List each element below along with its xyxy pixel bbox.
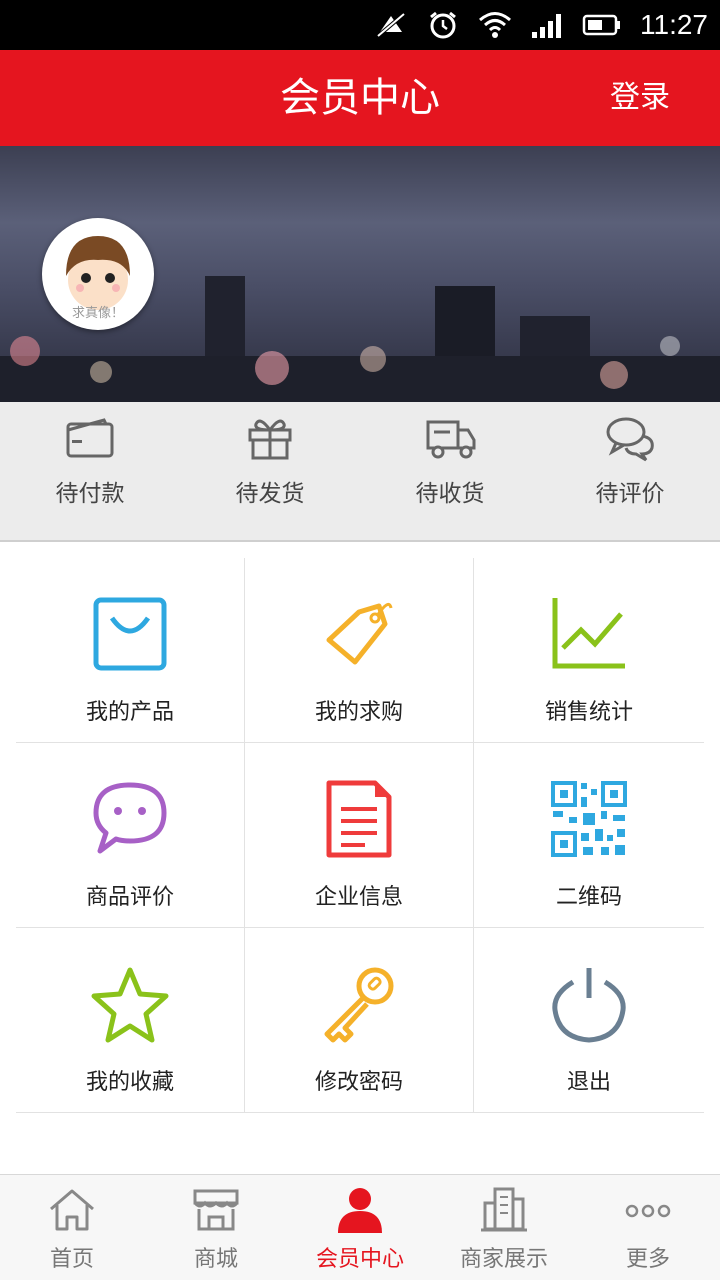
wifi-icon <box>479 12 511 38</box>
power-icon <box>552 968 626 1043</box>
store-icon <box>193 1189 239 1231</box>
menu-label: 修改密码 <box>314 1070 403 1095</box>
menu-my-products[interactable]: 我的产品 <box>16 558 245 742</box>
tab-more[interactable]: 更多 <box>576 1175 720 1280</box>
user-icon <box>338 1188 382 1233</box>
order-label: 待发货 <box>235 481 305 507</box>
price-tag-icon <box>326 602 393 665</box>
notification-off-icon <box>376 12 406 38</box>
status-bar: 11:27 <box>0 0 720 50</box>
tab-label: 会员中心 <box>315 1247 404 1272</box>
menu-sales-statistics[interactable]: 销售统计 <box>474 558 704 742</box>
menu-qr-code[interactable]: 二维码 <box>474 743 704 927</box>
menu-label: 企业信息 <box>314 885 403 910</box>
tab-member-center[interactable]: 会员中心 <box>288 1175 432 1280</box>
menu-label: 商品评价 <box>85 885 174 910</box>
tab-label: 商城 <box>193 1247 238 1272</box>
order-pending-payment[interactable]: 待付款 <box>0 402 180 540</box>
menu-company-info[interactable]: 企业信息 <box>245 743 474 927</box>
clock: 11:27 <box>640 9 708 40</box>
order-label: 待收货 <box>415 481 485 507</box>
order-pending-receipt[interactable]: 待收货 <box>360 402 540 540</box>
bottom-tab-bar: 首页 商城 会员中心 商家展示 更多 <box>0 1174 720 1280</box>
speech-bubble-icon <box>93 782 167 854</box>
menu-label: 我的求购 <box>314 700 403 725</box>
order-status-bar: 待付款 待发货 待收货 待评价 <box>0 402 720 542</box>
key-icon <box>324 967 394 1043</box>
home-icon <box>50 1189 94 1231</box>
qr-code-icon <box>551 781 627 857</box>
wallet-icon <box>66 418 114 458</box>
tab-label: 商家展示 <box>459 1247 548 1272</box>
truck-icon <box>426 420 476 459</box>
order-label: 待付款 <box>55 481 125 507</box>
tab-merchant-showcase[interactable]: 商家展示 <box>432 1175 576 1280</box>
menu-label: 退出 <box>566 1070 611 1095</box>
signal-icon <box>532 14 561 38</box>
chat-bubbles-icon <box>606 417 654 462</box>
menu-my-favorites[interactable]: 我的收藏 <box>16 928 245 1112</box>
alarm-icon <box>430 11 456 39</box>
tab-home[interactable]: 首页 <box>0 1175 144 1280</box>
menu-logout[interactable]: 退出 <box>474 928 704 1112</box>
menu-change-password[interactable]: 修改密码 <box>245 928 474 1112</box>
document-icon <box>326 780 392 858</box>
building-icon <box>481 1187 527 1232</box>
star-icon <box>91 967 169 1043</box>
line-chart-icon <box>552 598 625 669</box>
gift-icon <box>248 419 292 460</box>
menu-my-purchase-requests[interactable]: 我的求购 <box>245 558 474 742</box>
more-icon <box>625 1204 671 1218</box>
menu-label: 二维码 <box>555 885 622 910</box>
shopping-bag-icon <box>93 597 167 671</box>
avatar-hint: 求真像！ <box>71 306 124 321</box>
tab-label: 首页 <box>49 1247 94 1272</box>
menu-product-reviews[interactable]: 商品评价 <box>16 743 245 927</box>
order-pending-review[interactable]: 待评价 <box>540 402 720 540</box>
feature-grid: 我的产品 我的求购 销售统计 商品评价 企业信息 二维码 我的收藏 修改密码 退… <box>16 558 704 1113</box>
avatar[interactable]: 求真像！ <box>42 218 154 330</box>
tab-label: 更多 <box>625 1247 670 1272</box>
tab-mall[interactable]: 商城 <box>144 1175 288 1280</box>
menu-label: 销售统计 <box>544 700 633 725</box>
menu-label: 我的产品 <box>85 700 174 725</box>
battery-icon <box>582 14 620 36</box>
order-label: 待评价 <box>595 481 665 507</box>
menu-label: 我的收藏 <box>85 1070 174 1095</box>
login-button[interactable]: 登录 <box>610 50 670 146</box>
order-pending-shipment[interactable]: 待发货 <box>180 402 360 540</box>
app-header: 会员中心 登录 <box>0 50 720 146</box>
